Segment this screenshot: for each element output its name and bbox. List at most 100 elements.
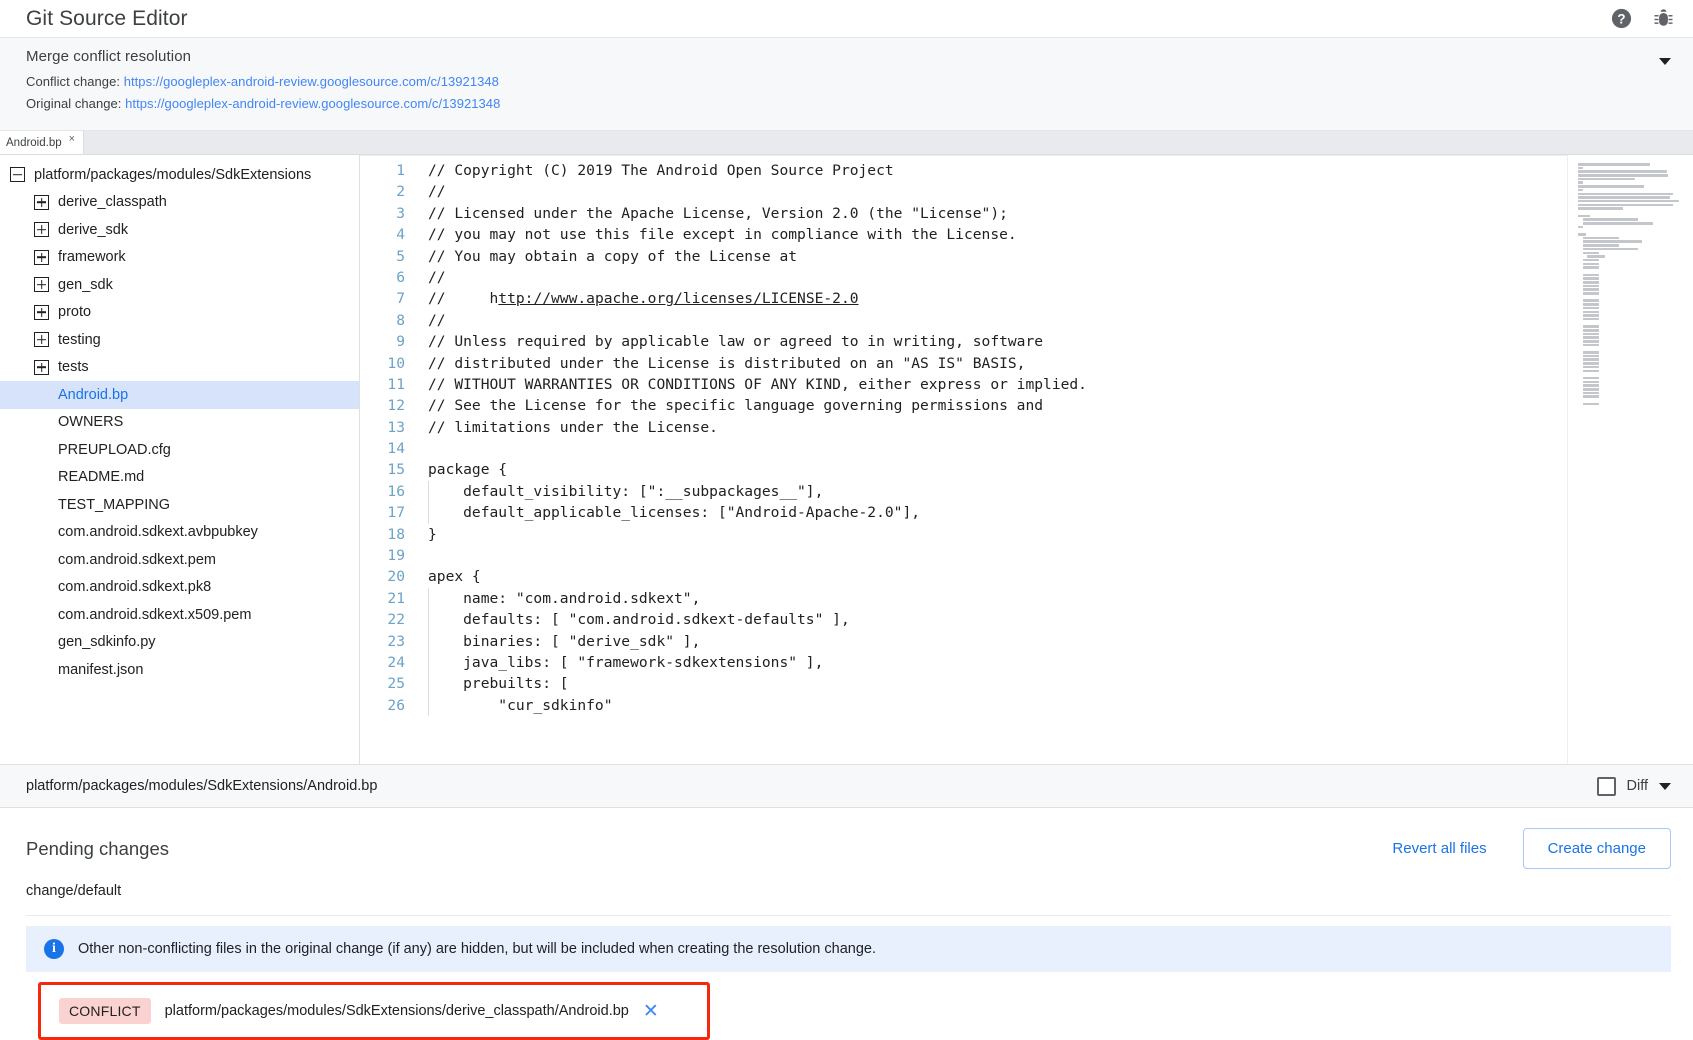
tree-node-label: com.android.sdkext.pem — [58, 552, 216, 568]
tree-node-folder[interactable]: framework — [0, 244, 359, 272]
help-circle-icon[interactable]: ? — [1609, 7, 1633, 31]
conflict-list: CONFLICT platform/packages/modules/SdkEx… — [26, 982, 1671, 1040]
tree-node-folder[interactable]: proto — [0, 299, 359, 327]
code-line: // limitations under the License. — [428, 417, 1567, 438]
merge-conflict-banner: Merge conflict resolution Conflict chang… — [0, 38, 1693, 131]
minimap-line — [1578, 181, 1583, 184]
code-line: // — [428, 267, 1567, 288]
line-number: 26 — [360, 695, 405, 716]
minimap-line — [1578, 167, 1583, 170]
indent-guide — [428, 481, 429, 524]
diff-checkbox[interactable] — [1597, 777, 1616, 796]
minimap-line — [1583, 381, 1599, 384]
line-number: 12 — [360, 395, 405, 416]
line-number: 18 — [360, 524, 405, 545]
conflict-change-link[interactable]: https://googleplex-android-review.google… — [124, 74, 499, 89]
tree-node-file[interactable]: README.md — [0, 464, 359, 492]
tree-node-file[interactable]: OWNERS — [0, 409, 359, 437]
revert-all-files-button[interactable]: Revert all files — [1378, 832, 1500, 865]
minimap-line — [1587, 255, 1605, 258]
tree-node-folder[interactable]: derive_sdk — [0, 216, 359, 244]
pending-changes-header: Pending changes Revert all files Create … — [26, 828, 1671, 869]
conflict-change-row: Conflict change: https://googleplex-andr… — [26, 74, 1675, 89]
code-line: // Copyright (C) 2019 The Android Open S… — [428, 160, 1567, 181]
minimap-line — [1583, 318, 1599, 321]
minimap-line — [1583, 370, 1599, 373]
header-actions: ? — [1609, 7, 1675, 31]
minimap-line — [1583, 351, 1599, 354]
code-line: // distributed under the License is dist… — [428, 353, 1567, 374]
code-line: // WITHOUT WARRANTIES OR CONDITIONS OF A… — [428, 374, 1567, 395]
original-change-row: Original change: https://googleplex-andr… — [26, 96, 1675, 111]
code-line: defaults: [ "com.android.sdkext-defaults… — [428, 609, 1567, 630]
code-line: binaries: [ "derive_sdk" ], — [428, 631, 1567, 652]
expand-toggle-icon[interactable] — [34, 332, 49, 347]
minimap-gap — [1578, 229, 1687, 233]
tree-node-folder[interactable]: tests — [0, 354, 359, 382]
code-url-link[interactable]: ttp://www.apache.org/licenses/LICENSE-2.… — [498, 290, 858, 307]
tree-node-folder[interactable]: testing — [0, 326, 359, 354]
file-tree: platform/packages/modules/SdkExtensions … — [0, 155, 360, 764]
expand-toggle-icon[interactable] — [34, 195, 49, 210]
line-number: 2 — [360, 181, 405, 202]
tree-node-root[interactable]: platform/packages/modules/SdkExtensions — [0, 161, 359, 189]
expand-toggle-icon[interactable] — [34, 222, 49, 237]
tree-node-file[interactable]: Android.bp — [0, 381, 359, 409]
code-editor-pane: 1234567891011121314151617181920212223242… — [360, 155, 1693, 764]
tree-node-file[interactable]: com.android.sdkext.avbpubkey — [0, 519, 359, 547]
expand-toggle-icon[interactable] — [34, 277, 49, 292]
work-area: platform/packages/modules/SdkExtensions … — [0, 155, 1693, 764]
tree-node-file[interactable]: TEST_MAPPING — [0, 491, 359, 519]
tree-node-file[interactable]: manifest.json — [0, 656, 359, 684]
code-content[interactable]: // Copyright (C) 2019 The Android Open S… — [416, 160, 1567, 764]
create-change-button[interactable]: Create change — [1523, 828, 1671, 869]
tree-node-label: com.android.sdkext.x509.pem — [58, 607, 251, 623]
tree-node-folder[interactable]: gen_sdk — [0, 271, 359, 299]
pending-changes-section: Pending changes Revert all files Create … — [0, 808, 1693, 1040]
tree-node-file[interactable]: com.android.sdkext.pem — [0, 546, 359, 574]
minimap-gap — [1578, 211, 1687, 215]
code-line: } — [428, 524, 1567, 545]
code-line: apex { — [428, 566, 1567, 587]
line-number: 3 — [360, 203, 405, 224]
line-number: 17 — [360, 502, 405, 523]
collapse-toggle-icon[interactable] — [10, 167, 25, 182]
expand-toggle-icon[interactable] — [34, 360, 49, 375]
bug-icon[interactable] — [1651, 7, 1675, 31]
conflict-file-row[interactable]: CONFLICT platform/packages/modules/SdkEx… — [41, 985, 707, 1037]
minimap-line — [1583, 314, 1599, 317]
minimap-line — [1583, 355, 1599, 358]
minimap-line — [1583, 240, 1642, 243]
line-number: 23 — [360, 631, 405, 652]
original-change-label: Original change: — [26, 96, 121, 111]
chevron-down-icon[interactable] — [1659, 783, 1671, 790]
minimap-line — [1583, 395, 1599, 398]
tree-node-file[interactable]: gen_sdkinfo.py — [0, 629, 359, 657]
minimap-line — [1583, 218, 1638, 221]
minimap-line — [1583, 333, 1599, 336]
expand-toggle-icon[interactable] — [34, 250, 49, 265]
tree-node-label: derive_sdk — [58, 222, 128, 238]
close-icon[interactable]: ✕ — [643, 1002, 659, 1021]
minimap-line — [1583, 277, 1599, 280]
line-number: 7 — [360, 288, 405, 309]
tree-node-label: gen_sdk — [58, 277, 113, 293]
chevron-down-icon[interactable] — [1659, 58, 1671, 65]
tree-node-file[interactable]: com.android.sdkext.x509.pem — [0, 601, 359, 629]
minimap-line — [1583, 377, 1599, 380]
minimap-line — [1583, 281, 1599, 284]
code-editor[interactable]: 1234567891011121314151617181920212223242… — [360, 155, 1567, 764]
expand-toggle-icon[interactable] — [34, 305, 49, 320]
close-icon[interactable]: × — [69, 134, 75, 145]
tree-node-file[interactable]: com.android.sdkext.pk8 — [0, 574, 359, 602]
tree-node-file[interactable]: PREUPLOAD.cfg — [0, 436, 359, 464]
diff-label: Diff — [1627, 778, 1649, 794]
info-icon: i — [44, 939, 64, 959]
code-minimap[interactable] — [1567, 155, 1693, 764]
tab-android-bp[interactable]: Android.bp × — [0, 131, 84, 154]
minimap-line — [1583, 344, 1599, 347]
tree-node-folder[interactable]: derive_classpath — [0, 189, 359, 217]
banner-title: Merge conflict resolution — [26, 48, 1675, 65]
original-change-link[interactable]: https://googleplex-android-review.google… — [125, 96, 500, 111]
minimap-line — [1578, 204, 1673, 207]
